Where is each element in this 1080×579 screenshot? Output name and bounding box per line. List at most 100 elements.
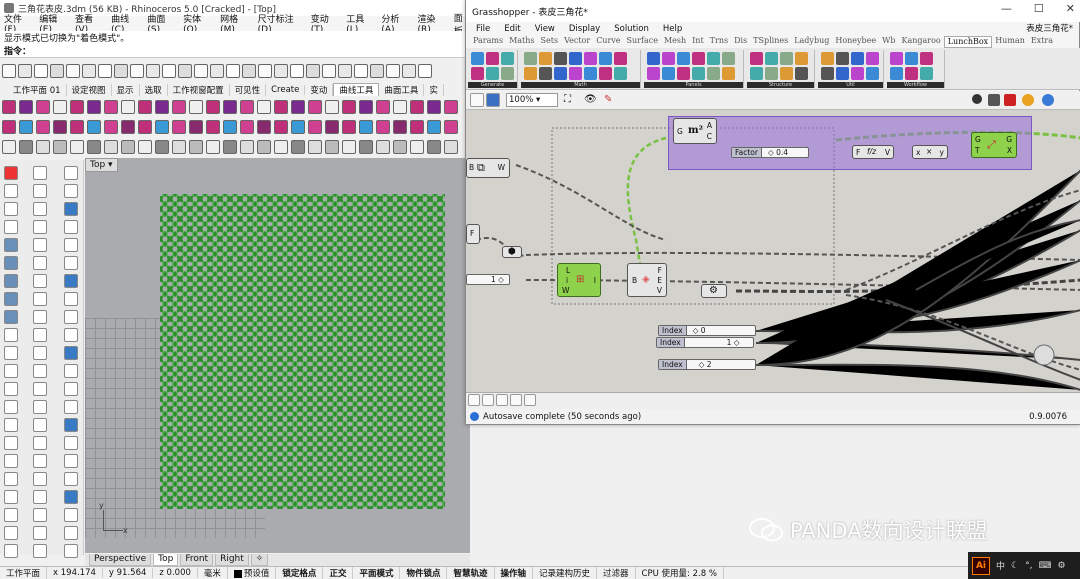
sidebar-tool-icon[interactable] — [64, 220, 78, 234]
sidebar-tool-icon[interactable] — [64, 166, 78, 180]
curve-tool-icon[interactable] — [138, 100, 152, 114]
list-item-component[interactable]: L i W ⊞ I — [557, 263, 601, 297]
tool-icon[interactable] — [18, 64, 32, 78]
gh-component-icon[interactable] — [821, 67, 834, 80]
selected-only-icon[interactable] — [1022, 94, 1034, 106]
view-tool-icon[interactable] — [155, 140, 169, 154]
tool-icon[interactable] — [386, 64, 400, 78]
factor-slider[interactable]: Factor ◇ 0.4 — [731, 147, 809, 158]
gh-menu-file[interactable]: File — [476, 24, 490, 34]
plugin-icon[interactable] — [524, 394, 536, 406]
sidebar-tool-icon[interactable] — [64, 328, 78, 342]
status-grid-snap[interactable]: 锁定格点 — [276, 567, 324, 579]
tool-icon[interactable] — [226, 64, 240, 78]
bw-component[interactable]: B ⧉ W — [466, 158, 510, 178]
gh-component-icon[interactable] — [692, 52, 705, 65]
open-file-icon[interactable] — [470, 93, 484, 107]
sidebar-tool-icon[interactable] — [33, 310, 47, 324]
gh-menu-solution[interactable]: Solution — [614, 24, 649, 34]
gh-tab-mesh[interactable]: Mesh — [661, 36, 689, 48]
gh-component-icon[interactable] — [750, 52, 763, 65]
gh-component-icon[interactable] — [524, 52, 537, 65]
curve-tool-icon[interactable] — [427, 100, 441, 114]
gh-component-icon[interactable] — [539, 52, 552, 65]
curve-tool-icon[interactable] — [87, 120, 101, 134]
status-layer[interactable]: 预设值 — [228, 567, 277, 579]
view-tool-icon[interactable] — [291, 140, 305, 154]
viewport-tab-top[interactable]: Top — [153, 554, 179, 566]
view-tool-icon[interactable] — [359, 140, 373, 154]
curve-tool-icon[interactable] — [155, 100, 169, 114]
gh-component-icon[interactable] — [851, 52, 864, 65]
gh-component-icon[interactable] — [614, 52, 627, 65]
gh-tab-human[interactable]: Human — [992, 36, 1028, 48]
gh-ribbon-group-label[interactable]: Math — [521, 82, 640, 88]
curve-tool-icon[interactable] — [359, 120, 373, 134]
curve-tool-icon[interactable] — [325, 100, 339, 114]
tool-icon[interactable] — [402, 64, 416, 78]
tab-cplanes[interactable]: 工作平面 01 — [8, 83, 67, 96]
viewport-tab-right[interactable]: Right — [215, 554, 249, 566]
maximize-icon[interactable]: ☐ — [1034, 2, 1044, 15]
gh-component-icon[interactable] — [920, 67, 933, 80]
curve-tool-icon[interactable] — [138, 120, 152, 134]
sidebar-tool-icon[interactable] — [33, 274, 47, 288]
curve-tool-icon[interactable] — [376, 100, 390, 114]
curve-tool-icon[interactable] — [70, 100, 84, 114]
gh-component-icon[interactable] — [890, 67, 903, 80]
gh-component-icon[interactable] — [765, 67, 778, 80]
tab-curve-tools[interactable]: 曲线工具 — [333, 83, 380, 96]
sidebar-tool-icon[interactable] — [33, 346, 47, 360]
gh-tab-params[interactable]: Params — [470, 36, 506, 48]
sidebar-tool-icon[interactable] — [33, 202, 47, 216]
sidebar-tool-icon[interactable] — [33, 436, 47, 450]
sidebar-tool-icon[interactable] — [4, 382, 18, 396]
count-slider[interactable]: 1 ◇ — [466, 274, 510, 285]
gh-component-icon[interactable] — [539, 67, 552, 80]
curve-tool-icon[interactable] — [121, 120, 135, 134]
gh-component-icon[interactable] — [584, 67, 597, 80]
gh-component-icon[interactable] — [662, 67, 675, 80]
sidebar-tool-icon[interactable] — [4, 346, 18, 360]
gh-component-icon[interactable] — [905, 52, 918, 65]
tool-icon[interactable] — [322, 64, 336, 78]
curve-tool-icon[interactable] — [36, 100, 50, 114]
curve-tool-icon[interactable] — [2, 120, 16, 134]
view-tool-icon[interactable] — [427, 140, 441, 154]
curve-tool-icon[interactable] — [189, 120, 203, 134]
sidebar-tool-icon[interactable] — [4, 166, 18, 180]
gh-tab-honeybee[interactable]: Honeybee — [832, 36, 879, 48]
tool-icon[interactable] — [82, 64, 96, 78]
curve-tool-icon[interactable] — [70, 120, 84, 134]
sidebar-tool-icon[interactable] — [33, 256, 47, 270]
gh-component-icon[interactable] — [677, 67, 690, 80]
curve-tool-icon[interactable] — [172, 100, 186, 114]
curve-tool-icon[interactable] — [155, 120, 169, 134]
sidebar-tool-icon[interactable] — [4, 238, 18, 252]
gh-ribbon-group-label[interactable]: Panels — [644, 82, 743, 88]
gh-tab-curve[interactable]: Curve — [593, 36, 623, 48]
tool-icon[interactable] — [242, 64, 256, 78]
view-tool-icon[interactable] — [36, 140, 50, 154]
gh-component-icon[interactable] — [524, 67, 537, 80]
sidebar-tool-icon[interactable] — [4, 544, 18, 558]
sidebar-tool-icon[interactable] — [64, 364, 78, 378]
gh-component-icon[interactable] — [599, 52, 612, 65]
tool-icon[interactable] — [274, 64, 288, 78]
view-tool-icon[interactable] — [342, 140, 356, 154]
lunchbox-green-component[interactable]: G T ⤢ G X — [971, 132, 1017, 158]
view-tool-icon[interactable] — [53, 140, 67, 154]
gh-component-icon[interactable] — [584, 52, 597, 65]
gh-tab-vector[interactable]: Vector — [561, 36, 593, 48]
tab-select[interactable]: 选取 — [140, 83, 168, 96]
tab-viewport-layout[interactable]: 工作视窗配置 — [168, 83, 230, 96]
command-prompt[interactable]: 指令： — [0, 44, 470, 58]
curve-tool-icon[interactable] — [410, 120, 424, 134]
view-tool-icon[interactable] — [19, 140, 33, 154]
tool-icon[interactable] — [354, 64, 368, 78]
preview-eye-icon[interactable]: 👁 — [584, 94, 597, 105]
gh-component-icon[interactable] — [795, 67, 808, 80]
sidebar-tool-icon[interactable] — [4, 526, 18, 540]
tab-visibility[interactable]: 可见性 — [230, 83, 267, 96]
gh-component-icon[interactable] — [905, 67, 918, 80]
